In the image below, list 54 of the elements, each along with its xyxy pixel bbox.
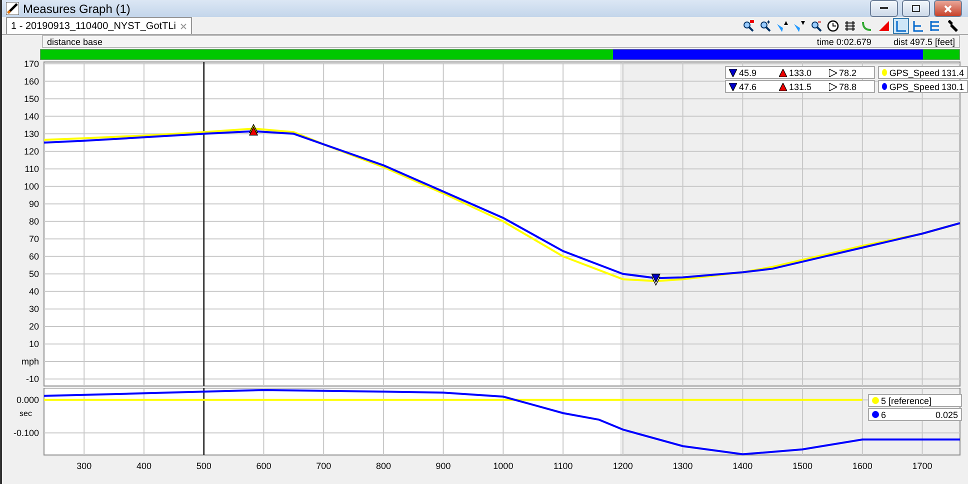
axis-label: 1100 xyxy=(553,461,573,471)
series-name: GPS_Speed xyxy=(889,82,940,92)
axis-label: 1500 xyxy=(792,461,813,471)
axis-label: 1000 xyxy=(493,461,514,471)
axis-label: 160 xyxy=(24,76,39,86)
cursor-value: 78.8 xyxy=(839,82,857,92)
axis-label: 600 xyxy=(256,461,272,471)
axis-label: 20 xyxy=(28,321,39,332)
axis-label: 1700 xyxy=(912,461,932,471)
axis-label: 1600 xyxy=(852,461,872,471)
axis-label: 500 xyxy=(196,461,212,471)
axis-label: 900 xyxy=(436,461,451,471)
axis-label: 60 xyxy=(28,251,39,262)
axis-label: -10 xyxy=(26,374,39,384)
axis-label: 150 xyxy=(24,94,39,104)
axis-label: 300 xyxy=(76,461,92,471)
axis-label: 100 xyxy=(24,181,39,192)
axis-label: 90 xyxy=(28,198,39,209)
series-value: 0.025 xyxy=(935,410,958,420)
axis-label: 700 xyxy=(316,461,332,471)
axis-label: 400 xyxy=(136,461,152,471)
cursor-value: 78.2 xyxy=(839,68,857,78)
series-name: 6 xyxy=(881,410,886,420)
window-title: Measures Graph (1) xyxy=(23,2,132,16)
base-label: distance base xyxy=(47,36,103,46)
axis-label: 170 xyxy=(24,60,39,69)
axis-label: 140 xyxy=(24,111,39,122)
max-value: 133.0 xyxy=(789,68,813,78)
axis-label: -0.100 xyxy=(13,428,39,438)
axis-label: sec xyxy=(20,408,32,418)
max-value: 131.5 xyxy=(789,82,813,92)
min-value: 45.9 xyxy=(739,68,758,78)
axis-label: 1300 xyxy=(672,461,693,471)
axis-label: 40 xyxy=(28,286,39,296)
axis-label: 130 xyxy=(24,128,39,139)
series-value: 130.1 xyxy=(941,82,964,92)
axis-label: 50 xyxy=(28,268,39,279)
min-value: 47.6 xyxy=(739,82,758,92)
axis-label: mph xyxy=(21,356,39,366)
time-readout: time 0:02.679 xyxy=(816,36,872,46)
axis-label: 1200 xyxy=(612,461,633,471)
series-name: 5 [reference] xyxy=(881,396,932,406)
axis-label: 120 xyxy=(24,146,39,156)
axis-label: 1400 xyxy=(732,461,753,471)
axis-label: 110 xyxy=(24,164,39,174)
series-name: GPS_Speed xyxy=(889,68,940,78)
axis-label: 30 xyxy=(28,304,39,314)
axis-label: 0.000 xyxy=(16,394,39,405)
axis-label: 70 xyxy=(28,234,39,244)
axis-label: 10 xyxy=(28,338,39,349)
distance-readout: dist 497.5 [feet] xyxy=(893,36,955,46)
axis-label: 800 xyxy=(376,461,391,471)
series-value: 131.4 xyxy=(941,68,964,78)
axis-label: 80 xyxy=(28,216,39,226)
